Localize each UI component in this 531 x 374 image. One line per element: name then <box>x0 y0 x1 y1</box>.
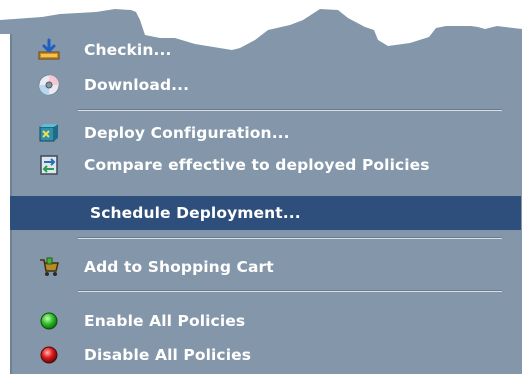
menu-item-add-to-shopping-cart[interactable]: Add to Shopping Cart <box>10 252 521 282</box>
deploy-icon <box>34 118 64 148</box>
menu-item-checkin[interactable]: Checkin... <box>10 35 521 65</box>
menu-separator <box>78 290 502 292</box>
menu-separator <box>78 109 502 111</box>
menu-separator <box>78 237 502 239</box>
shopping-cart-icon <box>34 252 64 282</box>
menu-item-label: Disable All Policies <box>84 346 252 364</box>
menu-item-disable-all-policies[interactable]: Disable All Policies <box>10 340 521 370</box>
menu-item-label: Checkin... <box>84 41 172 59</box>
compare-icon <box>34 150 64 180</box>
download-disc-icon <box>34 70 64 100</box>
menu-item-deploy-configuration[interactable]: Deploy Configuration... <box>10 118 521 148</box>
menu-item-label: Add to Shopping Cart <box>84 258 274 276</box>
context-menu-screenshot: Checkin... Download... Deploy Configurat <box>0 0 531 374</box>
menu-item-schedule-deployment[interactable]: Schedule Deployment... <box>10 196 521 230</box>
menu-item-label: Deploy Configuration... <box>84 124 290 142</box>
menu-item-download[interactable]: Download... <box>10 70 521 100</box>
red-dot-icon <box>34 340 64 370</box>
menu-item-enable-all-policies[interactable]: Enable All Policies <box>10 306 521 336</box>
menu-item-label: Enable All Policies <box>84 312 246 330</box>
checkin-icon <box>34 35 64 65</box>
menu-item-label: Compare effective to deployed Policies <box>84 156 430 174</box>
menu-item-label: Download... <box>84 76 190 94</box>
green-dot-icon <box>34 306 64 336</box>
menu-item-label: Schedule Deployment... <box>90 204 301 222</box>
menu-item-compare-policies[interactable]: Compare effective to deployed Policies <box>10 150 521 180</box>
